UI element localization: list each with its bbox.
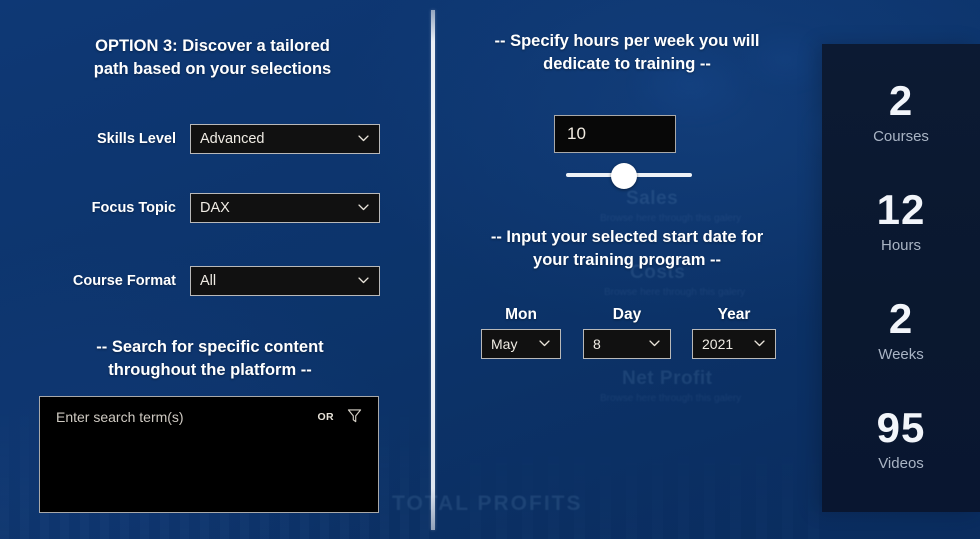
date-group-day: Day 8 — [583, 306, 671, 359]
ghost-bar-chart-right — [470, 389, 830, 539]
left-panel-heading: OPTION 3: Discover a tailored path based… — [40, 35, 385, 81]
select-skills-level[interactable]: Advanced — [190, 124, 380, 154]
hours-heading: -- Specify hours per week you will dedic… — [462, 30, 792, 76]
chevron-down-icon — [538, 337, 551, 350]
chevron-down-icon — [648, 337, 661, 350]
hours-heading-line2: dedicate to training -- — [543, 55, 711, 73]
search-operator-toggle[interactable]: OR — [317, 411, 334, 423]
select-skills-level-value: Advanced — [200, 131, 265, 147]
search-heading-line1: -- Search for specific content — [96, 338, 324, 356]
hours-slider-thumb[interactable] — [610, 163, 637, 189]
field-row-course-format: Course Format All — [40, 266, 380, 296]
label-skills-level: Skills Level — [97, 131, 176, 147]
ghost-title-sales: Sales — [626, 188, 679, 209]
hours-per-week-input[interactable]: 10 — [554, 115, 676, 153]
select-course-format[interactable]: All — [190, 266, 380, 296]
hours-heading-line1: -- Specify hours per week you will — [494, 32, 760, 50]
field-row-skills-level: Skills Level Advanced — [40, 124, 380, 154]
ghost-title-total-profits: TOTAL PROFITS — [392, 492, 583, 515]
caption-day: Day — [612, 306, 642, 323]
label-course-format: Course Format — [72, 273, 176, 289]
date-group-year: Year 2021 — [692, 306, 776, 359]
date-heading-line1: -- Input your selected start date for — [490, 228, 764, 246]
date-heading: -- Input your selected start date for yo… — [462, 226, 792, 272]
stat-weeks: 2 Weeks — [878, 294, 924, 366]
hours-per-week-value: 10 — [567, 124, 586, 143]
select-focus-topic-value: DAX — [200, 200, 230, 216]
select-day-value: 8 — [593, 336, 601, 352]
select-day[interactable]: 8 — [583, 329, 671, 359]
search-input[interactable]: Enter search term(s) OR — [39, 396, 379, 513]
ghost-subtitle-net-profit: Browse here through this galery — [600, 393, 742, 404]
vertical-divider — [431, 10, 435, 530]
search-heading-line2: throughout the platform -- — [108, 361, 312, 379]
search-placeholder-text: Enter search term(s) — [56, 409, 184, 425]
select-focus-topic[interactable]: DAX — [190, 193, 380, 223]
chevron-down-icon — [357, 201, 370, 214]
hours-slider[interactable] — [566, 163, 692, 189]
stat-videos-label: Videos — [878, 454, 924, 472]
chevron-down-icon — [753, 337, 766, 350]
chevron-down-icon — [357, 132, 370, 145]
stat-videos: 95 Videos — [876, 403, 926, 475]
caption-month: Mon — [505, 306, 537, 323]
dashboard-root: Sales Browse here through this galery Co… — [0, 0, 980, 539]
left-heading-line1: OPTION 3: Discover a tailored — [95, 37, 330, 55]
select-month[interactable]: May — [481, 329, 561, 359]
stat-courses-label: Courses — [873, 127, 929, 145]
ghost-subtitle-sales: Browse here through this galery — [600, 213, 742, 224]
select-month-value: May — [491, 336, 518, 352]
label-focus-topic: Focus Topic — [91, 200, 176, 216]
stat-courses-value: 2 — [888, 76, 914, 124]
chevron-down-icon — [357, 274, 370, 287]
select-year[interactable]: 2021 — [692, 329, 776, 359]
stat-weeks-label: Weeks — [878, 345, 924, 363]
date-heading-line2: your training program -- — [533, 251, 721, 269]
left-heading-line2: path based on your selections — [93, 60, 332, 78]
date-group-month: Mon May — [481, 306, 561, 359]
stat-hours-label: Hours — [880, 236, 921, 254]
search-heading: -- Search for specific content throughou… — [40, 336, 380, 382]
stats-panel: 2 Courses 12 Hours 2 Weeks 95 Videos — [822, 44, 980, 512]
ghost-subtitle-costs: Browse here through this galery — [604, 287, 746, 298]
stat-hours-value: 12 — [876, 185, 926, 233]
field-row-focus-topic: Focus Topic DAX — [40, 193, 380, 223]
stat-videos-value: 95 — [876, 403, 926, 451]
stat-weeks-value: 2 — [888, 294, 914, 342]
caption-year: Year — [717, 306, 751, 323]
filter-funnel-icon[interactable] — [347, 408, 362, 424]
select-year-value: 2021 — [702, 336, 734, 352]
stat-courses: 2 Courses — [873, 76, 929, 148]
stat-hours: 12 Hours — [876, 185, 926, 257]
select-course-format-value: All — [200, 273, 217, 289]
ghost-title-net-profit: Net Profit — [622, 368, 713, 389]
